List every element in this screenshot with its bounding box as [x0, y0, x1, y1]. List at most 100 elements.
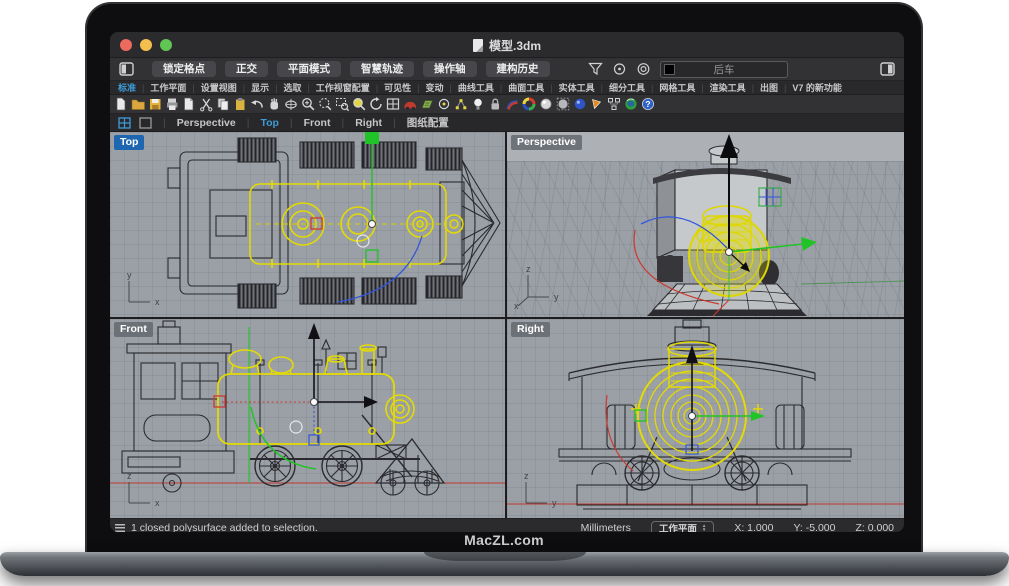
mode-toggle-button[interactable]: 平面模式: [277, 61, 341, 77]
new-document-icon[interactable]: [117, 98, 125, 110]
units-label[interactable]: Millimeters: [581, 522, 631, 532]
help-icon[interactable]: ?: [642, 98, 653, 109]
four-view-layout-icon[interactable]: [118, 117, 131, 129]
gumball-front[interactable]: [214, 323, 378, 469]
record-target-icon[interactable]: [636, 62, 651, 76]
viewport-grid: Top: [110, 132, 904, 518]
mode-toggle-button[interactable]: 建构历史: [486, 61, 550, 77]
zoom-dynamic-icon[interactable]: [320, 99, 331, 110]
menu-tab[interactable]: 渲染工具: [695, 81, 745, 94]
svg-text:z: z: [127, 471, 132, 481]
menu-tab[interactable]: 变动: [411, 81, 443, 94]
svg-text:?: ?: [645, 99, 650, 109]
menu-tab[interactable]: 设置视图: [186, 81, 236, 94]
viewport-title-top[interactable]: Top: [114, 135, 144, 150]
svg-text:y: y: [552, 498, 557, 508]
menu-tab[interactable]: V7 的新功能: [778, 81, 842, 94]
mode-toggle-button[interactable]: 操作轴: [423, 61, 477, 77]
menu-tab[interactable]: 实体工具: [544, 81, 594, 94]
save-icon[interactable]: [150, 99, 161, 110]
open-file-icon[interactable]: [132, 100, 145, 110]
menu-tab[interactable]: 工作平面: [136, 81, 186, 94]
top-toolbar: 锁定格点正交平面模式智慧轨迹操作轴建构历史 后车: [110, 58, 904, 81]
undo-icon[interactable]: [251, 100, 262, 107]
earth-icon[interactable]: [625, 98, 636, 109]
viewport-right[interactable]: Right: [507, 319, 904, 518]
laptop-screen-bezel: 模型.3dm 锁定格点正交平面模式智慧轨迹操作轴建构历史: [85, 2, 923, 552]
single-view-layout-icon[interactable]: [139, 117, 152, 129]
control-points-icon[interactable]: [456, 99, 467, 109]
svg-text:x: x: [155, 498, 160, 508]
viewport-tab[interactable]: Right: [330, 117, 382, 129]
viewport-tab[interactable]: 图纸配置: [382, 117, 449, 129]
left-sidebar-toggle-icon[interactable]: [119, 62, 134, 76]
mode-toggle-button[interactable]: 智慧轨迹: [350, 61, 414, 77]
paste-icon[interactable]: [236, 98, 245, 110]
zoom-selected-icon[interactable]: [354, 99, 365, 110]
lamp-icon[interactable]: [474, 99, 482, 110]
shaded-viewport-icon[interactable]: [541, 99, 551, 109]
svg-text:x: x: [514, 301, 519, 311]
viewport-perspective[interactable]: Perspective: [507, 132, 904, 317]
map-icon[interactable]: [422, 101, 433, 109]
new-from-template-icon[interactable]: [185, 98, 194, 110]
mode-toggle-button[interactable]: 锁定格点: [152, 61, 216, 77]
mode-toggle-button[interactable]: 正交: [225, 61, 268, 77]
copy-icon[interactable]: [218, 99, 228, 111]
titlebar: 模型.3dm: [110, 32, 904, 58]
cplane-value: 工作平面: [659, 521, 697, 532]
menu-tab[interactable]: 曲面工具: [494, 81, 544, 94]
macbook-mockup: 模型.3dm 锁定格点正交平面模式智慧轨迹操作轴建构历史: [0, 0, 1009, 586]
top-view-drawing: [110, 132, 505, 317]
analyze-surface-icon[interactable]: [507, 101, 518, 110]
device-brand-text: MacZL.com: [87, 532, 921, 548]
document-icon: [473, 39, 483, 52]
menu-tab[interactable]: 细分工具: [595, 81, 645, 94]
right-panel-toggle-icon[interactable]: [880, 62, 895, 76]
laptop-lid-notch: [424, 552, 586, 561]
menu-tab[interactable]: 网格工具: [645, 81, 695, 94]
menu-tab[interactable]: 标准: [116, 81, 136, 94]
viewport-tab[interactable]: Top: [236, 117, 279, 129]
ghosted-viewport-icon[interactable]: [557, 98, 569, 110]
menu-tab[interactable]: 曲线工具: [444, 81, 494, 94]
zoom-window-icon[interactable]: [337, 99, 349, 111]
cut-icon[interactable]: [201, 99, 212, 111]
selection-filter-icon[interactable]: [588, 62, 603, 76]
viewport-title-right[interactable]: Right: [511, 322, 550, 337]
undo-view-change-icon[interactable]: [371, 97, 381, 109]
rotate-view-icon[interactable]: [286, 99, 297, 110]
viewport-front[interactable]: Front: [110, 319, 505, 518]
viewport-title-perspective[interactable]: Perspective: [511, 135, 582, 150]
viewport-tab-strip: PerspectiveTopFrontRight图纸配置: [110, 114, 904, 132]
block-manager-icon[interactable]: [609, 99, 620, 110]
menu-tab[interactable]: 可见性: [370, 81, 411, 94]
viewport-title-front[interactable]: Front: [114, 322, 153, 337]
coordinate-z: Z: 0.000: [855, 522, 894, 532]
print-icon[interactable]: [167, 99, 178, 111]
menu-tab[interactable]: 出图: [746, 81, 778, 94]
object-snap-icon[interactable]: [439, 99, 448, 108]
flag-icon[interactable]: [593, 100, 601, 109]
mode-toggle-buttons: 锁定格点正交平面模式智慧轨迹操作轴建构历史: [152, 61, 550, 77]
pan-icon[interactable]: [271, 98, 279, 109]
menu-tab[interactable]: 工作视窗配置: [301, 81, 369, 94]
history-icon[interactable]: [612, 62, 627, 76]
layer-color-swatch[interactable]: [664, 64, 675, 75]
rendered-viewport-icon[interactable]: [575, 99, 585, 109]
command-search-field[interactable]: 后车: [660, 61, 788, 78]
lock-icon[interactable]: [492, 99, 500, 109]
axis-indicator-top: y x: [116, 269, 166, 311]
viewport-tab[interactable]: Perspective: [152, 117, 236, 129]
viewport-top[interactable]: Top: [110, 132, 505, 317]
car-paint-icon[interactable]: [405, 102, 417, 110]
cplane-dropdown[interactable]: 工作平面 ▲▼: [651, 521, 714, 533]
zoom-icon[interactable]: [303, 99, 314, 110]
four-viewports-icon[interactable]: [388, 99, 399, 109]
color-wheel-icon[interactable]: [524, 99, 534, 109]
selection-list-icon[interactable]: [115, 524, 125, 532]
menu-tab[interactable]: 选取: [269, 81, 301, 94]
svg-text:y: y: [554, 292, 559, 302]
menu-tab[interactable]: 显示: [237, 81, 269, 94]
viewport-tab[interactable]: Front: [279, 117, 331, 129]
